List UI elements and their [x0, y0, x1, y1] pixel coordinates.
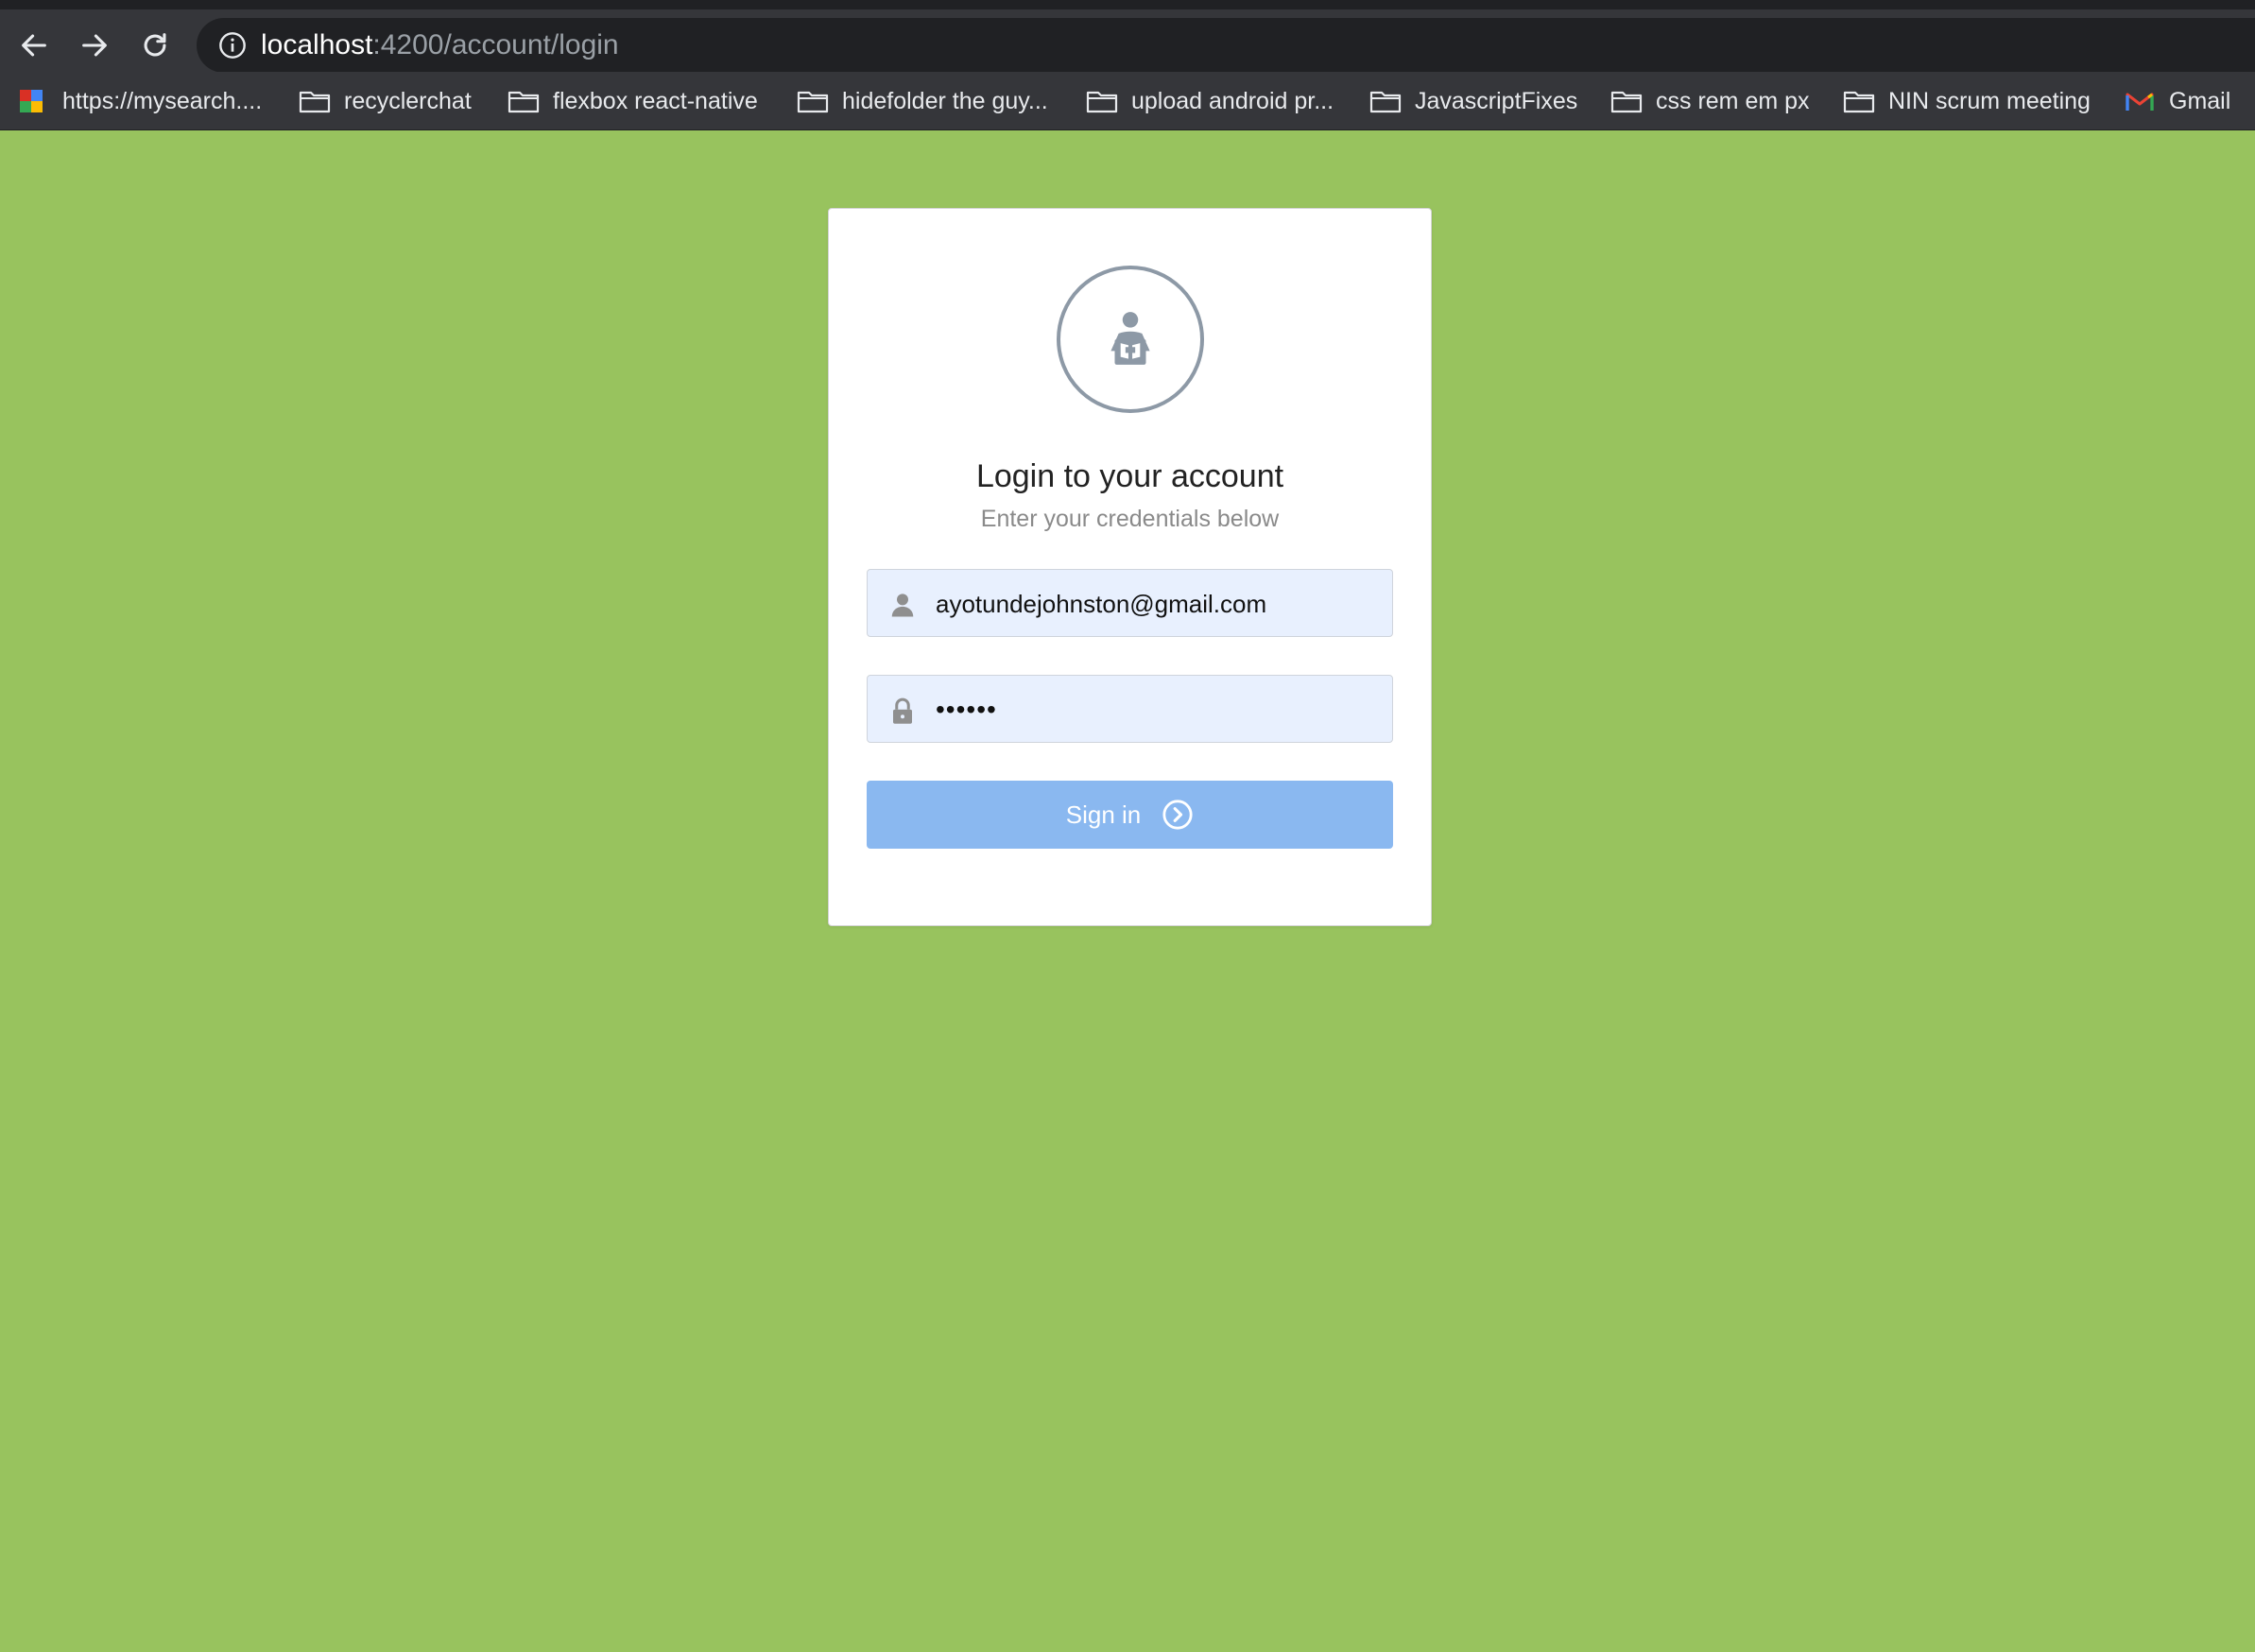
url-path: :4200/account/login — [372, 29, 619, 60]
bookmark-label: NIN scrum meeting — [1888, 87, 2091, 114]
bookmark-folder-hidefolder[interactable]: hidefolder the guy... — [797, 83, 1048, 119]
lock-icon — [893, 697, 912, 724]
info-icon[interactable] — [217, 30, 248, 60]
bookmark-label: hidefolder the guy... — [842, 87, 1048, 114]
address-bar[interactable]: localhost:4200/account/login — [197, 18, 2255, 73]
bookmark-label: recyclerchat — [344, 87, 472, 114]
password-value: •••••• — [936, 695, 997, 724]
folder-icon — [1843, 91, 1875, 113]
bookmark-label: https://mysearch.... — [62, 87, 263, 114]
arrow-right-icon — [82, 34, 107, 57]
reload-button[interactable] — [132, 23, 178, 68]
arrow-left-icon — [22, 34, 46, 57]
password-field[interactable]: •••••• — [867, 675, 1393, 743]
bookmark-folder-javascriptfixes[interactable]: JavascriptFixes — [1369, 83, 1577, 119]
bookmark-gmail[interactable]: Gmail — [2124, 83, 2230, 119]
folder-icon — [1086, 91, 1118, 113]
browser-toolbar: localhost:4200/account/login — [0, 0, 2255, 73]
folder-icon — [1610, 91, 1643, 113]
page-subtitle: Enter your credentials below — [980, 506, 1280, 532]
bookmark-label: css rem em px — [1656, 87, 1810, 114]
bookmark-label: upload android pr... — [1131, 87, 1334, 114]
bookmark-folder-css-rem[interactable]: css rem em px — [1610, 83, 1810, 119]
folder-icon — [299, 91, 331, 113]
url-text[interactable]: localhost:4200/account/login — [261, 30, 619, 60]
bookmark-mysearch[interactable]: https://mysearch.... — [17, 83, 262, 119]
site-favicon — [20, 90, 43, 112]
bookmark-label: Gmail — [2169, 87, 2231, 114]
bookmark-folder-recyclerchat[interactable]: recyclerchat — [299, 83, 472, 119]
email-value: ayotundejohnston@gmail.com — [936, 590, 1267, 618]
avatar — [1057, 266, 1204, 413]
user-reading-icon — [1110, 312, 1150, 365]
email-field[interactable]: ayotundejohnston@gmail.com — [867, 569, 1393, 637]
login-card: Login to your account Enter your credent… — [828, 208, 1432, 926]
sign-in-button[interactable]: Sign in — [867, 781, 1393, 849]
bookmarks-bar: https://mysearch.... recyclerchat flexbo… — [0, 72, 2255, 130]
folder-icon — [797, 91, 829, 113]
forward-button[interactable] — [72, 23, 117, 68]
bookmark-folder-upload-android[interactable]: upload android pr... — [1086, 83, 1334, 119]
sign-in-label: Sign in — [1065, 800, 1142, 829]
chevron-circle-right-icon — [1162, 800, 1193, 830]
folder-icon — [1369, 91, 1402, 113]
bookmark-folder-nin-scrum[interactable]: NIN scrum meeting — [1843, 83, 2091, 119]
bookmark-label: JavascriptFixes — [1415, 87, 1578, 114]
bookmark-folder-flexbox[interactable]: flexbox react-native — [508, 83, 758, 119]
gmail-icon — [2126, 93, 2154, 111]
url-host: localhost — [261, 29, 373, 60]
bookmark-label: flexbox react-native — [553, 87, 758, 114]
folder-icon — [508, 91, 540, 113]
back-button[interactable] — [11, 23, 57, 68]
user-icon — [891, 594, 914, 617]
page-title: Login to your account — [975, 458, 1284, 494]
reload-icon — [144, 33, 166, 57]
